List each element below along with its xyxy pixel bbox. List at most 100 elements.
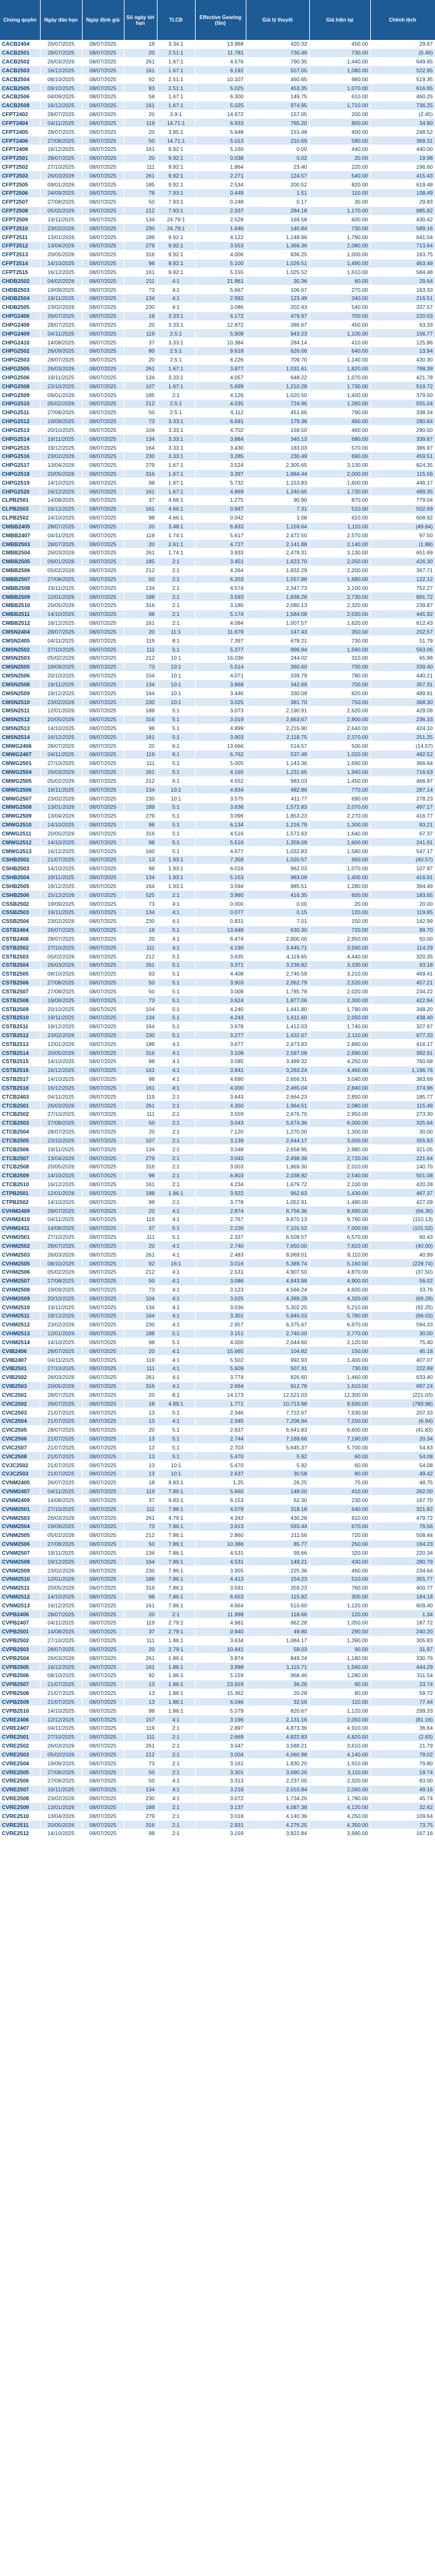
table-row: CHPG2512 19/09/2025 08/07/2025 73 3.33:1 6.69… — [0, 417, 435, 426]
table-cell: 2,676.70 — [246, 1109, 310, 1119]
table-row: CVPB2504 26/03/2026 08/07/2025 261 1.86:1 3.8… — [0, 1653, 435, 1663]
table-cell: 85.77 — [246, 1540, 310, 1549]
table-cell: 08/07/2025 — [82, 1311, 124, 1321]
table-cell: CSHB2504 — [0, 873, 41, 882]
table-cell: 2,520.00 — [309, 978, 371, 988]
table-cell: 5.159 — [195, 1671, 246, 1680]
table-cell: 5:1 — [157, 706, 196, 716]
table-cell: 08/07/2025 — [82, 1460, 124, 1470]
table-row: CFPT2512 13/04/2026 08/07/2025 279 9.92:1 3.5… — [0, 241, 435, 251]
table-cell: 4:1 — [157, 917, 196, 926]
table-cell: 08/07/2025 — [82, 1092, 124, 1102]
table-cell: 16/12/2025 — [40, 732, 83, 742]
table-cell: CFPT2513 — [0, 250, 41, 259]
table-cell: 164 — [124, 443, 157, 452]
table-cell: 2,472.50 — [246, 530, 310, 540]
table-row: CMSN2514 16/12/2025 08/07/2025 161 5:1 3.903 2… — [0, 732, 435, 742]
table-cell: 2.483 — [195, 1250, 246, 1260]
table-cell: 221.64 — [370, 1153, 435, 1163]
table-cell: 374.96 — [370, 1083, 435, 1093]
table-cell: 14/10/2025 — [40, 1057, 83, 1066]
table-cell: 4:1 — [157, 943, 196, 953]
table-cell: CSTB2506 — [0, 978, 41, 988]
table-cell: 3.216 — [195, 1785, 246, 1795]
table-cell: 05/02/2026 — [40, 399, 83, 409]
table-row: CHPG2511 27/08/2025 08/07/2025 50 2.5:1 6.112… — [0, 408, 435, 417]
table-row: CLPB2501 14/08/2025 08/07/2025 37 4.66:1 1.27… — [0, 495, 435, 505]
table-cell: 80.00 — [309, 1469, 371, 1479]
table-cell: CTCB2506 — [0, 1144, 41, 1154]
table-cell: 316 — [124, 601, 157, 610]
table-cell: 188 — [124, 1329, 157, 1338]
table-cell: 13.666 — [195, 741, 246, 751]
table-cell: 08/07/2025 — [82, 1171, 124, 1180]
table-cell: 28/07/2025 — [40, 1206, 83, 1215]
table-cell: 212 — [124, 1531, 157, 1540]
table-cell: 2.992 — [195, 294, 246, 303]
table-row: CFPT2408 16/12/2025 08/07/2025 161 9.92:1 5.1… — [0, 145, 435, 154]
table-cell: 4.702 — [195, 425, 246, 435]
table-row: CMWG2512 14/10/2025 08/07/2025 98 5:1 5.516 1,… — [0, 837, 435, 847]
table-cell: (81.16) — [370, 1715, 435, 1724]
table-row: CHDB2502 04/02/2026 08/07/2025 211 4:1 21.961… — [0, 276, 435, 286]
table-cell: 13.968 — [195, 40, 246, 49]
table-row: CMWG2509 13/04/2026 08/07/2025 279 5:1 3.096 1… — [0, 811, 435, 821]
table-cell: (92.25) — [370, 1302, 435, 1312]
table-cell: 08/07/2025 — [82, 1285, 124, 1295]
table-cell: 1,832.29 — [246, 566, 310, 575]
table-cell: 19/11/2025 — [40, 434, 83, 444]
table-cell: 230.00 — [309, 1495, 371, 1505]
table-cell: 337.57 — [370, 303, 435, 312]
table-cell: CVHM2503 — [0, 1250, 41, 1260]
table-cell: 183.65 — [370, 890, 435, 900]
table-cell: 5:1 — [157, 925, 196, 935]
table-cell: 3.33:1 — [157, 434, 196, 444]
table-cell: 6.203 — [195, 575, 246, 584]
table-cell: 5.079 — [195, 1706, 246, 1716]
table-cell: 736.25 — [370, 101, 435, 110]
table-row: CVIC2502 26/07/2025 08/07/2025 18 4.89:1 1.77… — [0, 1399, 435, 1409]
table-cell: 885.82 — [370, 206, 435, 216]
table-cell: 20 — [124, 1241, 157, 1251]
table-cell: 20 — [124, 522, 157, 532]
table-cell: 08/07/2025 — [82, 1548, 124, 1558]
table-cell: 14/08/2025 — [40, 1627, 83, 1637]
table-cell: 1,007.57 — [246, 618, 310, 628]
table-cell: 366.64 — [370, 759, 435, 768]
table-cell: 1,070.00 — [309, 83, 371, 93]
table-cell: 08/07/2025 — [82, 1346, 124, 1356]
table-cell: 11.781 — [195, 48, 246, 58]
table-cell: CVHM2513 — [0, 1329, 41, 1338]
table-cell: 427.09 — [370, 1197, 435, 1207]
table-cell: 08/07/2025 — [82, 311, 124, 321]
table-cell: 08/07/2025 — [82, 610, 124, 619]
table-cell: 50 — [124, 136, 157, 145]
table-cell: 4,843.98 — [246, 1276, 310, 1286]
table-cell: 65.98 — [370, 653, 435, 663]
table-cell: 3.430 — [195, 443, 246, 452]
table-cell: 3.043 — [195, 1153, 246, 1163]
table-cell: 08/07/2025 — [82, 1785, 124, 1795]
table-cell: 08/07/2025 — [82, 1495, 124, 1505]
table-row: CLPB2503 16/12/2025 08/07/2025 161 4.66:1 0.9… — [0, 504, 435, 514]
table-cell: CHPG2518 — [0, 469, 41, 479]
table-cell: 8,069.01 — [246, 1250, 310, 1260]
table-cell: 2:1 — [157, 1758, 196, 1769]
table-cell: 20/05/2026 — [40, 250, 83, 259]
table-cell: 724.96 — [246, 399, 310, 409]
table-row: CVIC2501 28/07/2025 08/07/2025 20 8:1 14.173 1… — [0, 1390, 435, 1400]
table-cell: 4:1 — [157, 1364, 196, 1373]
table-cell: 4.000 — [195, 1083, 246, 1093]
table-cell: CVHM2514 — [0, 1338, 41, 1347]
table-cell: 12,521.03 — [246, 1390, 310, 1400]
table-row: CVNM2504 19/09/2025 08/07/2025 73 7.86:1 3.91… — [0, 1522, 435, 1531]
table-cell: 7.93:1 — [157, 206, 196, 216]
table-row: CMSN2513 14/10/2025 08/07/2025 98 5:1 4.899 2,… — [0, 724, 435, 733]
table-cell: 08/07/2025 — [82, 846, 124, 856]
table-cell: 08/07/2025 — [82, 1180, 124, 1189]
table-cell: 1.51 — [246, 188, 310, 198]
table-cell: CVIC2504 — [0, 1416, 41, 1426]
table-cell: 2,305.65 — [246, 461, 310, 470]
table-cell: 4,250.00 — [309, 1057, 371, 1066]
table-cell: CMBB2504 — [0, 548, 41, 558]
